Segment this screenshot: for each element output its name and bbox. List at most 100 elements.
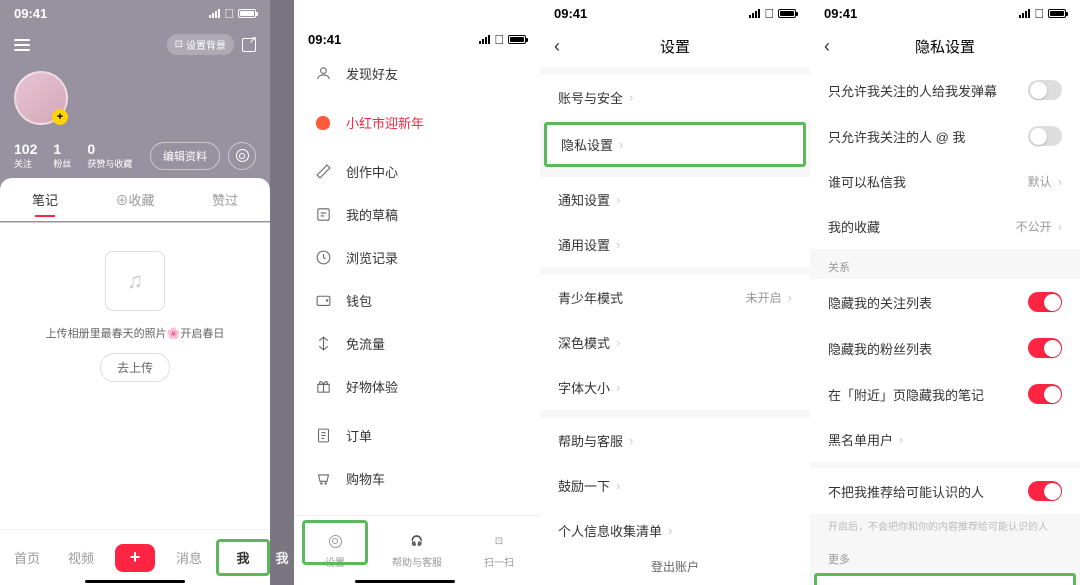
nav-home[interactable]: 首页 [0, 548, 54, 567]
home-indicator [355, 580, 455, 583]
row-my-collection[interactable]: 我的收藏不公开› [810, 204, 1080, 249]
row-notification[interactable]: 通知设置› [540, 177, 810, 222]
row-blacklist[interactable]: 黑名单用户› [810, 417, 1080, 462]
menu-settings[interactable]: 设置 [294, 516, 376, 585]
data-icon [314, 335, 332, 353]
add-icon[interactable]: + [52, 109, 68, 125]
row-teen-mode[interactable]: 青少年模式未开启› [540, 275, 810, 320]
page-title: 设置 [660, 36, 690, 57]
section-more: 更多 [810, 541, 1080, 571]
pen-icon [314, 163, 332, 181]
menu-help[interactable]: 🎧帮助与客服 [376, 516, 458, 585]
menu-item-6[interactable]: 免流量 [294, 322, 540, 365]
row-font-size[interactable]: 字体大小› [540, 365, 810, 410]
chevron-icon: › [788, 290, 792, 305]
toggle[interactable] [1028, 338, 1062, 358]
tab-collections[interactable]: ⊕收藏 [90, 190, 180, 209]
toggle[interactable] [1028, 80, 1062, 100]
menu-item-0[interactable]: 发现好友 [294, 52, 540, 95]
menu-item-7[interactable]: 好物体验 [294, 365, 540, 408]
lant-icon [314, 114, 332, 132]
draft-icon [314, 206, 332, 224]
toggle[interactable] [1028, 126, 1062, 146]
toggle[interactable] [1028, 292, 1062, 312]
row-help[interactable]: 帮助与客服› [540, 418, 810, 463]
wallet-icon [314, 292, 332, 310]
nav-video[interactable]: 视频 [54, 548, 108, 567]
nav-me-bg: 我 [270, 548, 294, 567]
status-icons: 􀙇 [479, 32, 526, 47]
status-icons: 􀙇 [1019, 6, 1066, 21]
row-hide-nearby[interactable]: 在「附近」页隐藏我的笔记 [810, 371, 1080, 417]
time: 09:41 [824, 6, 857, 21]
back-icon[interactable]: ‹ [554, 36, 574, 57]
menu-item-1[interactable]: 小红市迎新年 [294, 101, 540, 144]
chevron-icon: › [616, 237, 620, 252]
chevron-icon: › [616, 380, 620, 395]
logout-button[interactable]: 登出账户 [540, 548, 810, 585]
edit-profile-button[interactable]: 编辑资料 [150, 142, 220, 170]
avatar[interactable]: + [14, 71, 68, 125]
chevron-icon: › [899, 432, 903, 447]
menu-icon[interactable] [14, 39, 30, 51]
chevron-icon: › [629, 90, 633, 105]
time: 09:41 [308, 32, 341, 47]
empty-text: 上传相册里最春天的照片🌸开启春日 [20, 325, 250, 341]
time: 09:41 [14, 6, 47, 21]
row-personal-info[interactable]: 个人信息收集清单› [540, 508, 810, 553]
cart-icon [314, 470, 332, 488]
nav-messages[interactable]: 消息 [162, 548, 216, 567]
status-icons: 􀙇 [749, 6, 796, 21]
chevron-icon: › [616, 335, 620, 350]
chevron-icon: › [668, 523, 672, 538]
gift-icon [314, 378, 332, 396]
back-icon[interactable]: ‹ [824, 36, 844, 57]
chevron-icon: › [616, 192, 620, 207]
menu-item-3[interactable]: 我的草稿 [294, 193, 540, 236]
stat-following[interactable]: 102关注 [14, 141, 37, 170]
row-account-security[interactable]: 账号与安全› [540, 75, 810, 120]
row-privacy-settings[interactable]: 隐私设置› [547, 125, 803, 164]
tab-notes[interactable]: 笔记 [0, 190, 90, 209]
row-rate[interactable]: 鼓励一下› [540, 463, 810, 508]
nav-me[interactable]: 我 [216, 539, 270, 576]
menu-item-4[interactable]: 浏览记录 [294, 236, 540, 279]
row-personalization[interactable]: 个性化选项› [817, 576, 1073, 585]
menu-item-5[interactable]: 钱包 [294, 279, 540, 322]
time: 09:41 [554, 6, 587, 21]
chevron-icon: › [1058, 174, 1062, 189]
settings-icon[interactable] [228, 142, 256, 170]
upload-button[interactable]: 去上传 [100, 353, 170, 382]
status-icons: 􀙇 [209, 6, 256, 21]
row-at-follow[interactable]: 只允许我关注的人 @ 我 [810, 113, 1080, 159]
menu-item-8[interactable]: 订单 [294, 414, 540, 457]
row-hide-followers[interactable]: 隐藏我的粉丝列表 [810, 325, 1080, 371]
menu-item-9[interactable]: 购物车 [294, 457, 540, 500]
row-who-dm[interactable]: 谁可以私信我默认› [810, 159, 1080, 204]
toggle[interactable] [1028, 481, 1062, 501]
stat-likes[interactable]: 0获赞与收藏 [87, 141, 132, 170]
stat-followers[interactable]: 1粉丝 [53, 141, 71, 170]
page-title: 隐私设置 [915, 36, 975, 57]
toggle[interactable] [1028, 384, 1062, 404]
share-icon[interactable] [242, 38, 256, 52]
section-relations: 关系 [810, 249, 1080, 279]
user-icon [314, 65, 332, 83]
chevron-icon: › [619, 137, 623, 152]
row-danmu-follow[interactable]: 只允许我关注的人给我发弹幕 [810, 67, 1080, 113]
home-indicator [85, 580, 185, 583]
row-general[interactable]: 通用设置› [540, 222, 810, 267]
set-background-button[interactable]: ⊡设置背景 [167, 34, 234, 55]
row-hide-following[interactable]: 隐藏我的关注列表 [810, 279, 1080, 325]
nav-post[interactable]: + [108, 544, 162, 572]
chevron-icon: › [616, 478, 620, 493]
music-icon: ♫ [105, 251, 165, 311]
tab-liked[interactable]: 赞过 [180, 190, 270, 209]
menu-scan[interactable]: ⊡扫一扫 [458, 516, 540, 585]
menu-item-2[interactable]: 创作中心 [294, 150, 540, 193]
order-icon [314, 427, 332, 445]
hint-text: 开启后，不会把你和你的内容推荐给可能认识的人 [810, 514, 1080, 541]
row-dark-mode[interactable]: 深色模式› [540, 320, 810, 365]
row-no-recommend[interactable]: 不把我推荐给可能认识的人 [810, 468, 1080, 514]
hist-icon [314, 249, 332, 267]
